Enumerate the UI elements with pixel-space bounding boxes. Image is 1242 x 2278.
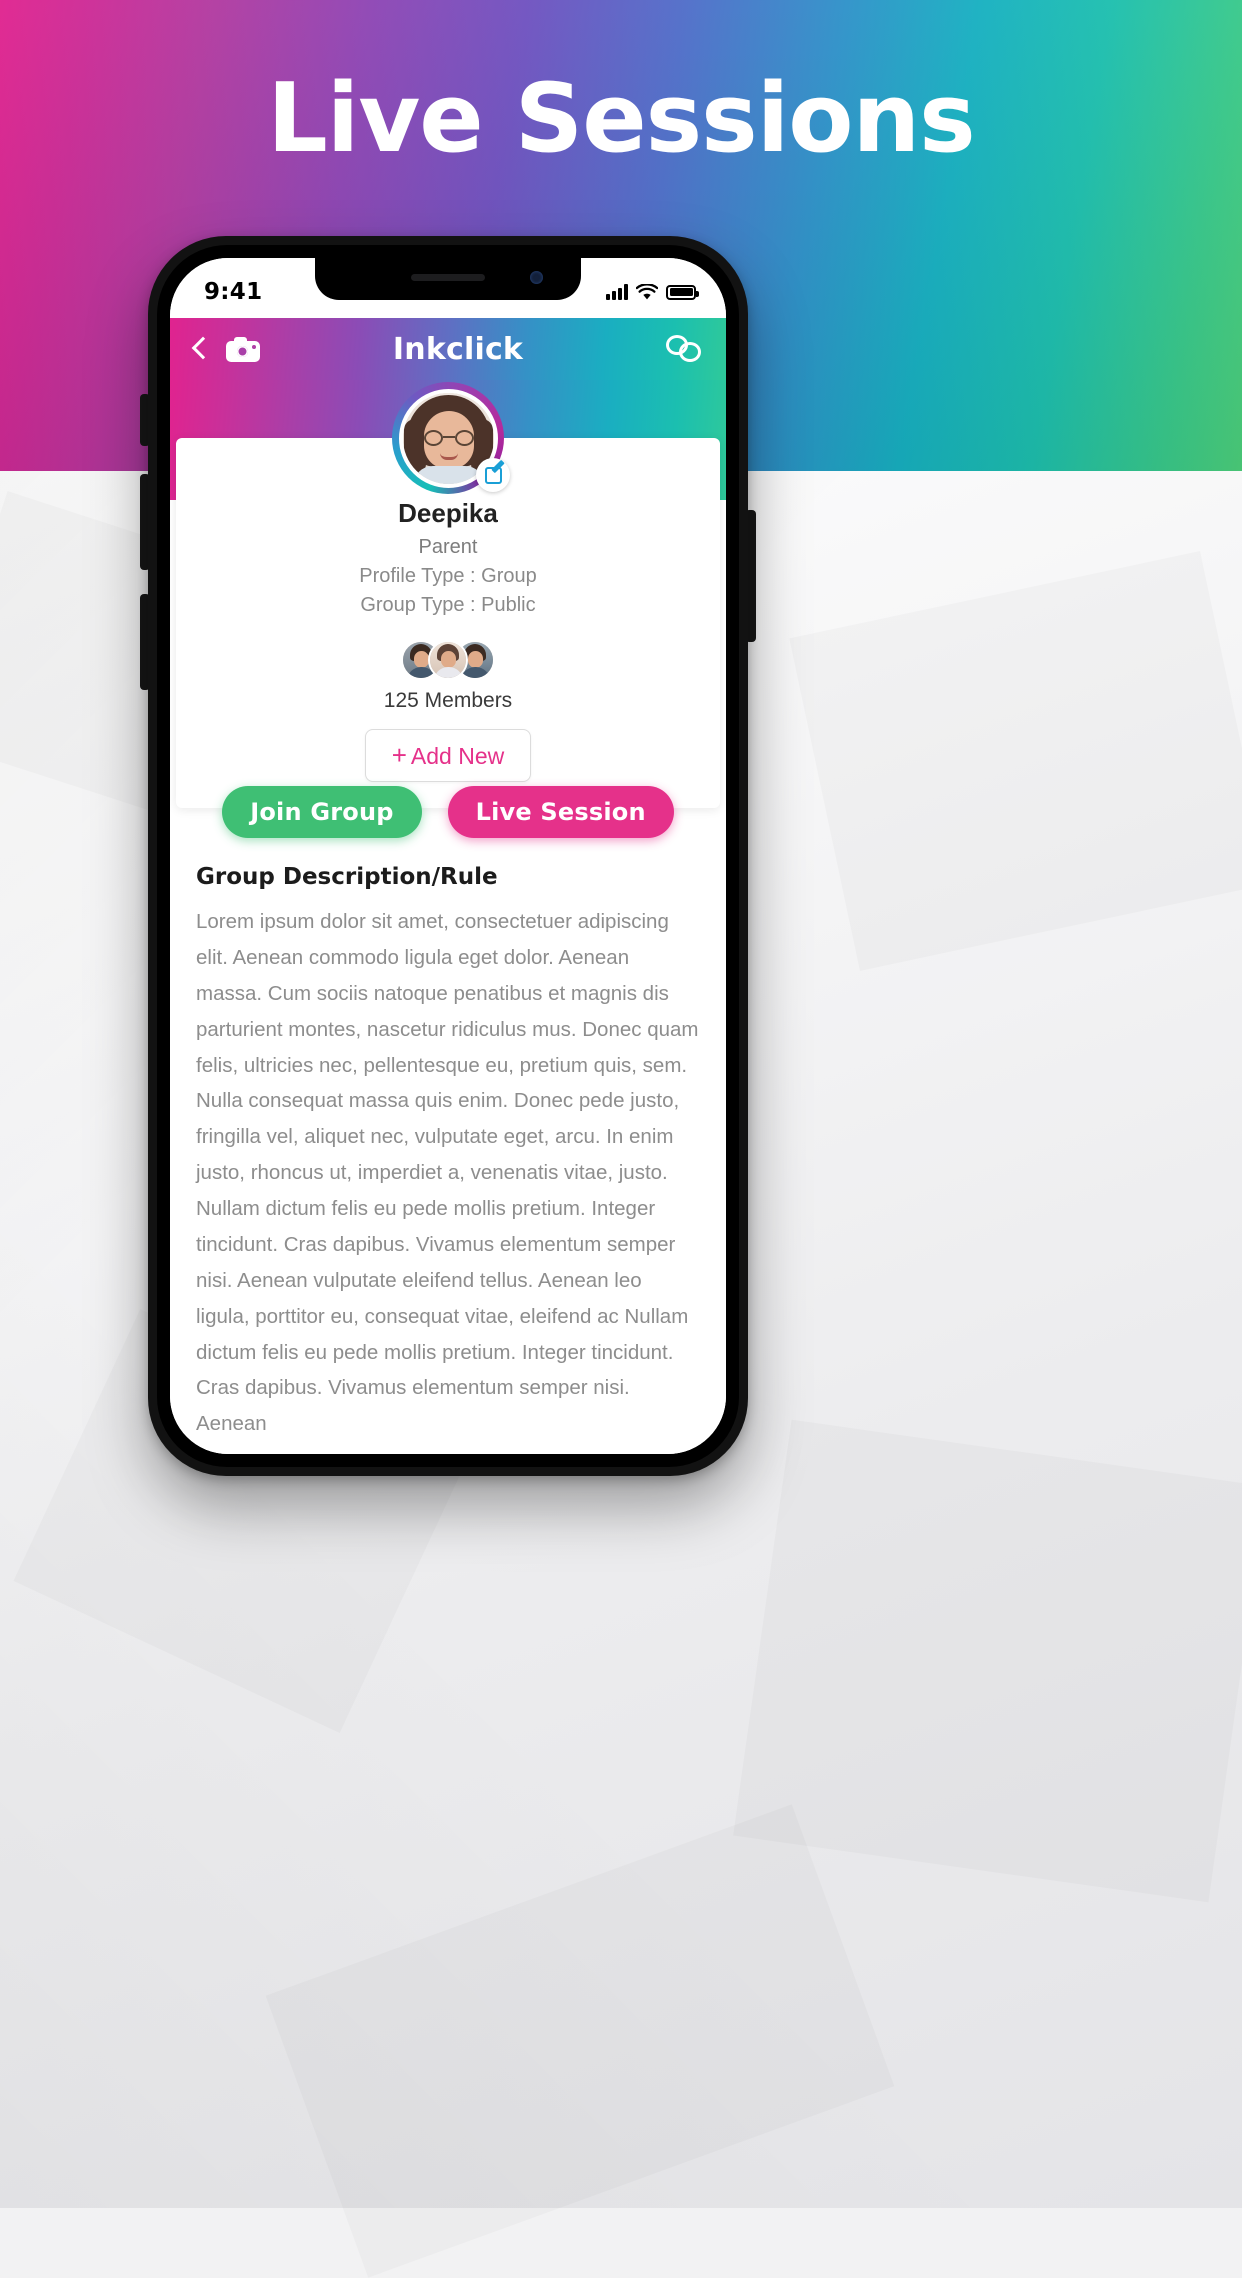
profile-card: Deepika Parent Profile Type : Group Grou… [176,382,720,808]
edit-pencil-icon[interactable] [476,458,510,492]
group-type: Group Type : Public [360,594,536,616]
camera-icon[interactable] [226,336,260,362]
promo-headline: Live Sessions [267,64,975,174]
app-viewport: Inkclick Deepika Parent Profile Type: G… [170,318,726,1454]
chat-bubbles-icon[interactable] [666,333,704,365]
phone-notch [315,258,581,300]
app-header-bar: Inkclick [170,318,726,380]
group-description-section: Group Description/Rule Lorem ipsum dolor… [170,864,726,1442]
app-header-left-actions [192,336,260,362]
app-title: Inkclick [392,331,524,367]
profile-type: Profile Type : Group [359,565,537,587]
live-session-button[interactable]: Live Session [447,786,674,838]
profile-role: Parent [418,536,478,558]
status-icons [606,283,699,301]
cellular-signal-icon [606,284,628,300]
add-new-label: Add New [410,743,505,769]
back-chevron-icon[interactable] [192,337,206,361]
profile-name: Deepika [398,498,498,528]
bg-polygon [789,551,1242,971]
group-description-body: Lorem ipsum dolor sit amet, consectetuer… [196,910,699,1436]
plus-icon: + [391,740,407,770]
phone-device-frame: 9:41 Inkclick Deepika Parent Profile Typ… [148,236,748,1476]
content-scroll-area[interactable]: Deepika Parent Profile Type : Group Grou… [170,380,726,1454]
profile-avatar-wrapper[interactable] [392,382,510,494]
bg-polygon [733,1420,1242,1903]
wifi-icon [636,283,658,299]
cta-button-row: Join Group Live Session [170,786,726,838]
member-avatar [428,640,468,680]
battery-icon [666,284,699,300]
phone-screen: 9:41 Inkclick Deepika Parent Profile Typ… [170,258,726,1454]
join-group-button[interactable]: Join Group [222,786,422,838]
member-avatars[interactable] [176,639,720,681]
front-camera-icon [530,271,543,284]
group-description-title: Group Description/Rule [196,864,498,890]
add-new-button[interactable]: + Add New [364,729,532,782]
status-time: 9:41 [204,279,263,305]
bg-polygon [266,1804,895,2277]
members-count: 125 Members [383,689,513,712]
earpiece-speaker [411,274,485,281]
